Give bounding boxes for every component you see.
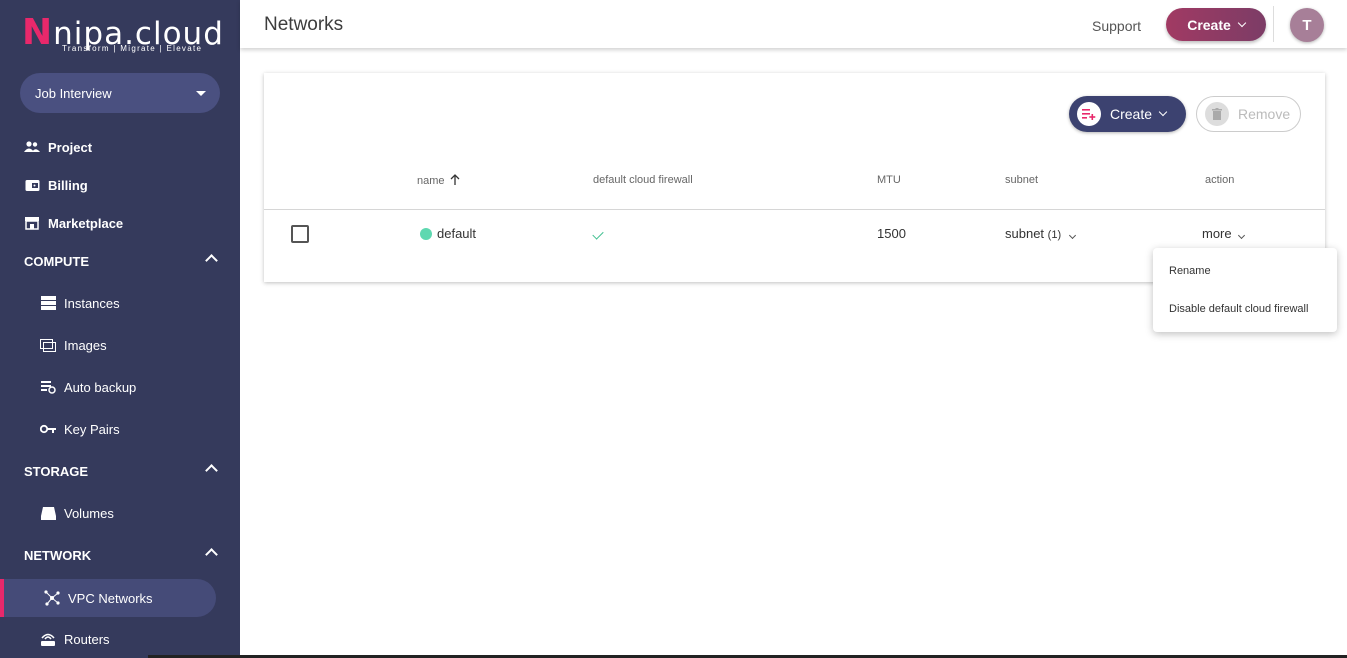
section-network[interactable]: NETWORK (0, 536, 240, 574)
support-link[interactable]: Support (1092, 18, 1141, 34)
sidebar-item-label: Volumes (64, 505, 114, 521)
chevron-down-icon (1237, 18, 1247, 27)
section-label: STORAGE (24, 463, 89, 479)
project-selector-value: Job Interview (35, 85, 112, 101)
section-compute[interactable]: COMPUTE (0, 242, 240, 280)
trash-icon (1205, 102, 1229, 126)
row-action-menu: Rename Disable default cloud firewall (1153, 248, 1337, 332)
header-divider (1273, 6, 1274, 42)
network-name[interactable]: default (437, 226, 476, 241)
sidebar-item-label: Images (64, 337, 107, 353)
sidebar-item-marketplace[interactable]: Marketplace (0, 204, 240, 242)
remove-button[interactable]: Remove (1196, 96, 1301, 132)
sidebar-item-label: Auto backup (64, 379, 137, 395)
user-avatar[interactable]: T (1290, 8, 1324, 42)
table-header-divider (264, 209, 1325, 210)
network-icon (44, 590, 60, 606)
status-dot (420, 228, 432, 240)
sidebar-item-key-pairs[interactable]: Key Pairs (0, 410, 240, 448)
remove-label: Remove (1238, 106, 1291, 122)
backup-icon (40, 380, 56, 394)
sidebar-item-label: Marketplace (48, 215, 124, 231)
server-icon (40, 296, 56, 310)
sidebar-item-label: Billing (48, 177, 88, 193)
menu-item-disable-default-cloud-firewall[interactable]: Disable default cloud firewall (1169, 303, 1308, 315)
project-selector[interactable]: Job Interview (20, 73, 220, 113)
column-header-subnet[interactable]: subnet (1005, 174, 1038, 186)
chevron-up-icon (205, 548, 218, 561)
column-header-default-cloud-firewall[interactable]: default cloud firewall (593, 174, 693, 186)
section-storage[interactable]: STORAGE (0, 452, 240, 490)
sidebar-item-label: Instances (64, 295, 120, 311)
sidebar-item-images[interactable]: Images (0, 326, 240, 364)
nipa-cloud-logo[interactable]: Nnipa.cloud Transform | Migrate | Elevat… (22, 12, 223, 58)
sort-ascending-icon (450, 174, 460, 185)
logo-tagline: Transform | Migrate | Elevate (62, 44, 203, 53)
create-network-button[interactable]: Create (1069, 96, 1186, 132)
users-icon (24, 140, 40, 154)
sidebar-item-auto-backup[interactable]: Auto backup (0, 368, 240, 406)
disk-icon (40, 506, 56, 520)
top-header: Networks Support Create T (240, 0, 1347, 48)
key-icon (40, 422, 56, 436)
row-checkbox[interactable] (291, 225, 309, 243)
chevron-up-icon (205, 254, 218, 267)
image-icon (40, 338, 56, 352)
caret-down-icon (196, 91, 206, 96)
sidebar-item-volumes[interactable]: Volumes (0, 494, 240, 532)
wallet-icon (24, 178, 40, 192)
column-header-action: action (1205, 174, 1235, 186)
menu-item-rename[interactable]: Rename (1169, 265, 1211, 277)
column-header-mtu[interactable]: MTU (877, 174, 901, 186)
chevron-down-icon (1068, 231, 1076, 240)
sidebar-item-label: Key Pairs (64, 421, 120, 437)
chevron-down-icon (1238, 231, 1246, 240)
store-icon (24, 216, 40, 230)
add-list-icon (1077, 102, 1101, 126)
chevron-up-icon (205, 464, 218, 477)
sidebar-item-label: Project (48, 139, 93, 155)
section-label: NETWORK (24, 547, 92, 563)
more-actions-button[interactable]: more (1202, 226, 1246, 241)
page-title: Networks (264, 14, 344, 35)
header-create-label: Create (1187, 16, 1231, 33)
create-label: Create (1110, 106, 1153, 122)
sidebar: Nnipa.cloud Transform | Migrate | Elevat… (0, 0, 240, 658)
check-icon (592, 228, 604, 240)
subnet-dropdown[interactable]: subnet (1) (1005, 226, 1076, 241)
sidebar-item-label: VPC Networks (68, 590, 153, 606)
router-icon (40, 632, 56, 646)
sidebar-item-billing[interactable]: Billing (0, 166, 240, 204)
section-label: COMPUTE (24, 253, 89, 269)
column-header-name[interactable]: name (417, 174, 460, 187)
sidebar-item-instances[interactable]: Instances (0, 284, 240, 322)
sidebar-item-label: Routers (64, 631, 110, 647)
sidebar-item-routers[interactable]: Routers (0, 620, 240, 658)
sidebar-item-project[interactable]: Project (0, 128, 240, 166)
header-create-button[interactable]: Create (1166, 8, 1266, 41)
chevron-down-icon (1158, 107, 1168, 117)
mtu-value: 1500 (877, 226, 906, 241)
sidebar-item-vpc-networks[interactable]: VPC Networks (0, 579, 240, 617)
